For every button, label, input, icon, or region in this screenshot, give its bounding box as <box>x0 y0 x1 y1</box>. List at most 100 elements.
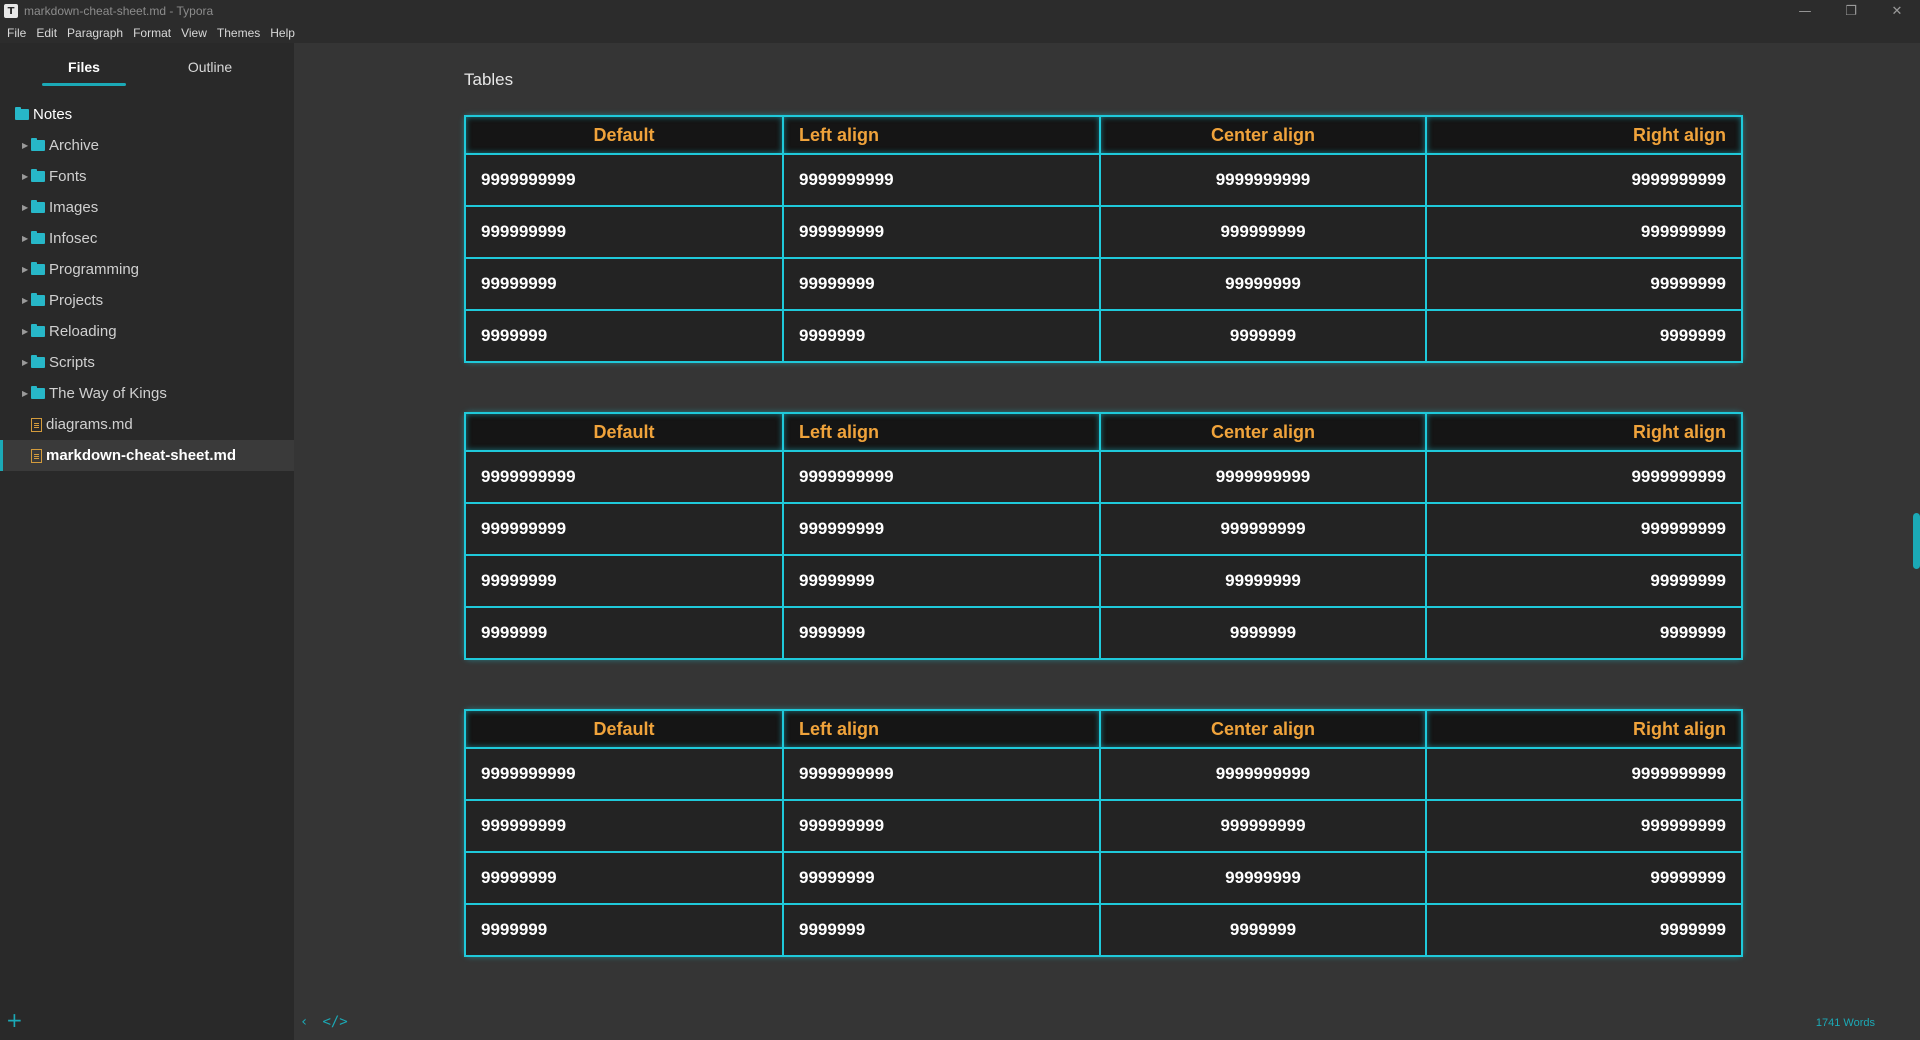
table-cell[interactable]: 9999999 <box>464 606 784 660</box>
table-cell[interactable]: 9999999999 <box>1099 153 1427 207</box>
menu-format[interactable]: Format <box>129 26 175 40</box>
source-code-mode-icon[interactable]: </> <box>322 1014 347 1030</box>
scrollbar[interactable] <box>1910 43 1920 1040</box>
table-cell[interactable]: 9999999 <box>464 309 784 363</box>
table-cell[interactable]: 9999999 <box>1099 903 1427 957</box>
chevron-right-icon[interactable]: ▶ <box>22 327 29 336</box>
table-cell[interactable]: 99999999 <box>1425 851 1743 905</box>
tree-folder-programming[interactable]: ▶ Programming <box>0 254 294 285</box>
table-cell[interactable]: 999999999 <box>464 799 784 853</box>
minimize-button[interactable]: — <box>1782 0 1828 22</box>
table-cell[interactable]: 999999999 <box>782 205 1101 259</box>
table-cell[interactable]: 99999999 <box>1425 257 1743 311</box>
table-cell[interactable]: 9999999999 <box>1099 450 1427 504</box>
table-cell[interactable]: 999999999 <box>1099 799 1427 853</box>
table-cell[interactable]: 9999999999 <box>464 747 784 801</box>
menu-file[interactable]: File <box>3 26 30 40</box>
header-left-align[interactable]: Left align <box>782 412 1101 452</box>
tree-folder-scripts[interactable]: ▶ Scripts <box>0 347 294 378</box>
header-default[interactable]: Default <box>464 412 784 452</box>
table-cell[interactable]: 9999999 <box>782 606 1101 660</box>
table-cell[interactable]: 9999999 <box>782 309 1101 363</box>
scrollbar-thumb[interactable] <box>1913 513 1920 569</box>
header-left-align[interactable]: Left align <box>782 115 1101 155</box>
menu-themes[interactable]: Themes <box>213 26 264 40</box>
table-cell[interactable]: 999999999 <box>1425 502 1743 556</box>
table-cell[interactable]: 999999999 <box>782 502 1101 556</box>
table-cell[interactable]: 9999999 <box>782 903 1101 957</box>
table-cell[interactable]: 999999999 <box>464 502 784 556</box>
chevron-right-icon[interactable]: ▶ <box>22 265 29 274</box>
markdown-table[interactable]: Default Left align Center align Right al… <box>464 115 1743 363</box>
table-cell[interactable]: 999999999 <box>1099 205 1427 259</box>
table-cell[interactable]: 9999999 <box>1425 309 1743 363</box>
table-cell[interactable]: 9999999999 <box>1425 747 1743 801</box>
table-cell[interactable]: 99999999 <box>464 851 784 905</box>
menu-help[interactable]: Help <box>266 26 299 40</box>
header-right-align[interactable]: Right align <box>1425 709 1743 749</box>
table-cell[interactable]: 99999999 <box>464 554 784 608</box>
chevron-right-icon[interactable]: ▶ <box>22 172 29 181</box>
chevron-right-icon[interactable]: ▶ <box>22 141 29 150</box>
header-default[interactable]: Default <box>464 709 784 749</box>
header-right-align[interactable]: Right align <box>1425 412 1743 452</box>
chevron-right-icon[interactable]: ▶ <box>22 296 29 305</box>
tree-folder-images[interactable]: ▶ Images <box>0 192 294 223</box>
tree-root-notes[interactable]: Notes <box>0 99 294 130</box>
close-button[interactable]: ✕ <box>1874 0 1920 22</box>
chevron-right-icon[interactable]: ▶ <box>22 389 29 398</box>
table-cell[interactable]: 9999999 <box>1425 903 1743 957</box>
tree-folder-fonts[interactable]: ▶ Fonts <box>0 161 294 192</box>
table-cell[interactable]: 9999999 <box>1099 606 1427 660</box>
table-cell[interactable]: 9999999 <box>1425 606 1743 660</box>
add-file-button[interactable]: + <box>6 1008 23 1032</box>
tree-folder-the-way-of-kings[interactable]: ▶ The Way of Kings <box>0 378 294 409</box>
table-cell[interactable]: 999999999 <box>782 799 1101 853</box>
table-cell[interactable]: 9999999999 <box>1099 747 1427 801</box>
menu-paragraph[interactable]: Paragraph <box>63 26 127 40</box>
tree-folder-reloading[interactable]: ▶ Reloading <box>0 316 294 347</box>
header-left-align[interactable]: Left align <box>782 709 1101 749</box>
chevron-right-icon[interactable]: ▶ <box>22 203 29 212</box>
table-cell[interactable]: 9999999999 <box>782 747 1101 801</box>
table-cell[interactable]: 9999999999 <box>1425 450 1743 504</box>
tab-files[interactable]: Files <box>0 59 168 75</box>
table-cell[interactable]: 9999999 <box>1099 309 1427 363</box>
table-cell[interactable]: 999999999 <box>1425 799 1743 853</box>
chevron-left-icon[interactable]: ‹ <box>300 1014 308 1030</box>
table-cell[interactable]: 999999999 <box>1425 205 1743 259</box>
tab-outline[interactable]: Outline <box>168 59 252 75</box>
table-cell[interactable]: 99999999 <box>464 257 784 311</box>
tree-folder-projects[interactable]: ▶ Projects <box>0 285 294 316</box>
table-cell[interactable]: 99999999 <box>1099 257 1427 311</box>
table-cell[interactable]: 99999999 <box>782 257 1101 311</box>
menu-view[interactable]: View <box>177 26 211 40</box>
markdown-table[interactable]: Default Left align Center align Right al… <box>464 709 1743 957</box>
table-cell[interactable]: 9999999999 <box>464 450 784 504</box>
header-center-align[interactable]: Center align <box>1099 709 1427 749</box>
table-cell[interactable]: 99999999 <box>782 851 1101 905</box>
chevron-right-icon[interactable]: ▶ <box>22 358 29 367</box>
word-count[interactable]: 1741 Words <box>1816 1017 1875 1029</box>
chevron-right-icon[interactable]: ▶ <box>22 234 29 243</box>
header-center-align[interactable]: Center align <box>1099 412 1427 452</box>
restore-button[interactable]: ❐ <box>1828 0 1874 22</box>
table-cell[interactable]: 999999999 <box>464 205 784 259</box>
table-cell[interactable]: 9999999999 <box>464 153 784 207</box>
table-cell[interactable]: 9999999 <box>464 903 784 957</box>
tree-file-diagrams[interactable]: diagrams.md <box>0 409 294 440</box>
header-center-align[interactable]: Center align <box>1099 115 1427 155</box>
table-cell[interactable]: 99999999 <box>1099 554 1427 608</box>
header-right-align[interactable]: Right align <box>1425 115 1743 155</box>
table-cell[interactable]: 9999999999 <box>1425 153 1743 207</box>
table-cell[interactable]: 99999999 <box>1099 851 1427 905</box>
table-cell[interactable]: 9999999999 <box>782 153 1101 207</box>
markdown-table[interactable]: Default Left align Center align Right al… <box>464 412 1743 660</box>
table-cell[interactable]: 999999999 <box>1099 502 1427 556</box>
table-cell[interactable]: 9999999999 <box>782 450 1101 504</box>
header-default[interactable]: Default <box>464 115 784 155</box>
table-cell[interactable]: 99999999 <box>782 554 1101 608</box>
tree-folder-infosec[interactable]: ▶ Infosec <box>0 223 294 254</box>
editor-content[interactable]: Tables Default Left align Center align R… <box>294 43 1920 1040</box>
tree-file-markdown-cheat-sheet[interactable]: markdown-cheat-sheet.md <box>0 440 294 471</box>
